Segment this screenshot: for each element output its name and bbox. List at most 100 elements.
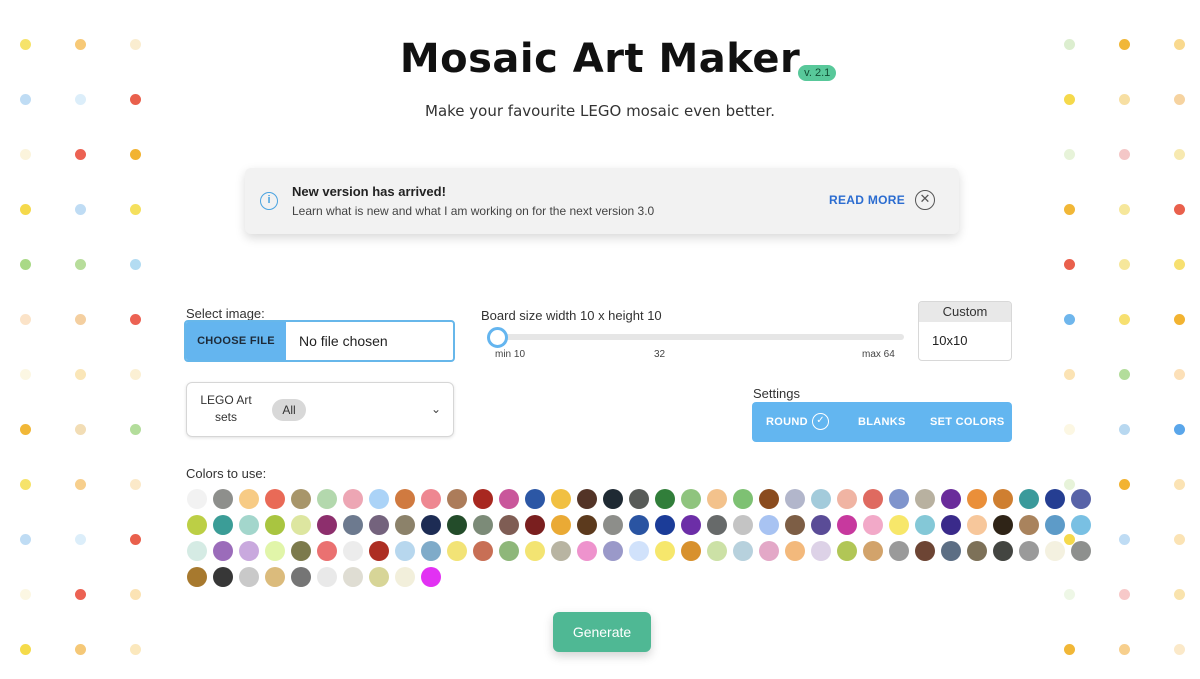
color-swatch[interactable] <box>655 515 675 535</box>
color-swatch[interactable] <box>993 515 1013 535</box>
color-swatch[interactable] <box>343 489 363 509</box>
color-swatch[interactable] <box>915 489 935 509</box>
color-swatch[interactable] <box>187 489 207 509</box>
color-swatch[interactable] <box>265 567 285 587</box>
color-swatch[interactable] <box>681 541 701 561</box>
color-swatch[interactable] <box>473 541 493 561</box>
color-swatch[interactable] <box>577 489 597 509</box>
color-swatch[interactable] <box>265 541 285 561</box>
color-swatch[interactable] <box>837 515 857 535</box>
color-swatch[interactable] <box>1071 515 1091 535</box>
color-swatch[interactable] <box>551 489 571 509</box>
color-swatch[interactable] <box>941 489 961 509</box>
color-swatch[interactable] <box>525 515 545 535</box>
color-swatch[interactable] <box>837 541 857 561</box>
color-swatch[interactable] <box>1071 489 1091 509</box>
custom-size-field[interactable]: Custom 10x10 <box>918 301 1012 361</box>
color-swatch[interactable] <box>603 489 623 509</box>
color-swatch[interactable] <box>681 515 701 535</box>
sets-chip-all[interactable]: All <box>272 399 306 421</box>
color-swatch[interactable] <box>369 489 389 509</box>
color-swatch[interactable] <box>993 541 1013 561</box>
color-swatch[interactable] <box>941 541 961 561</box>
color-swatch[interactable] <box>707 489 727 509</box>
color-swatch[interactable] <box>759 515 779 535</box>
color-swatch[interactable] <box>629 515 649 535</box>
color-swatch[interactable] <box>603 541 623 561</box>
color-swatch[interactable] <box>239 541 259 561</box>
chevron-down-icon[interactable]: ⌄ <box>431 402 441 416</box>
color-swatch[interactable] <box>837 489 857 509</box>
color-swatch[interactable] <box>369 567 389 587</box>
color-swatch[interactable] <box>1045 515 1065 535</box>
color-swatch[interactable] <box>369 541 389 561</box>
color-swatch[interactable] <box>291 489 311 509</box>
color-swatch[interactable] <box>785 489 805 509</box>
color-swatch[interactable] <box>811 489 831 509</box>
color-swatch[interactable] <box>499 541 519 561</box>
color-swatch[interactable] <box>343 515 363 535</box>
color-swatch[interactable] <box>967 489 987 509</box>
color-swatch[interactable] <box>395 489 415 509</box>
color-swatch[interactable] <box>395 515 415 535</box>
color-swatch[interactable] <box>343 541 363 561</box>
color-swatch[interactable] <box>421 567 441 587</box>
set-colors-button[interactable]: SET COLORS <box>930 402 1005 442</box>
color-swatch[interactable] <box>239 567 259 587</box>
color-swatch[interactable] <box>473 515 493 535</box>
color-swatch[interactable] <box>733 541 753 561</box>
color-swatch[interactable] <box>681 489 701 509</box>
color-swatch[interactable] <box>733 489 753 509</box>
read-more-link[interactable]: READ MORE <box>829 193 905 207</box>
color-swatch[interactable] <box>863 489 883 509</box>
file-input[interactable]: CHOOSE FILE No file chosen <box>184 320 455 362</box>
lego-sets-select[interactable]: LEGO Art sets All ⌄ <box>186 382 454 437</box>
color-swatch[interactable] <box>213 515 233 535</box>
color-swatch[interactable] <box>499 489 519 509</box>
color-swatch[interactable] <box>187 541 207 561</box>
color-swatch[interactable] <box>655 489 675 509</box>
color-swatch[interactable] <box>395 567 415 587</box>
color-swatch[interactable] <box>317 489 337 509</box>
generate-button[interactable]: Generate <box>553 612 651 652</box>
color-swatch[interactable] <box>447 541 467 561</box>
color-swatch[interactable] <box>369 515 389 535</box>
color-swatch[interactable] <box>785 541 805 561</box>
color-swatch[interactable] <box>1019 489 1039 509</box>
color-swatch[interactable] <box>941 515 961 535</box>
color-swatch[interactable] <box>915 515 935 535</box>
color-swatch[interactable] <box>187 515 207 535</box>
color-swatch[interactable] <box>291 541 311 561</box>
color-swatch[interactable] <box>577 541 597 561</box>
color-swatch[interactable] <box>889 515 909 535</box>
color-swatch[interactable] <box>889 541 909 561</box>
color-swatch[interactable] <box>317 567 337 587</box>
blanks-button[interactable]: BLANKS <box>858 402 906 442</box>
color-swatch[interactable] <box>1019 541 1039 561</box>
color-swatch[interactable] <box>889 489 909 509</box>
color-swatch[interactable] <box>213 567 233 587</box>
round-button[interactable]: ROUND <box>766 402 808 442</box>
color-swatch[interactable] <box>239 515 259 535</box>
color-swatch[interactable] <box>317 541 337 561</box>
color-swatch[interactable] <box>421 515 441 535</box>
color-swatch[interactable] <box>603 515 623 535</box>
color-swatch[interactable] <box>187 567 207 587</box>
color-swatch[interactable] <box>1045 489 1065 509</box>
color-swatch[interactable] <box>395 541 415 561</box>
color-swatch[interactable] <box>811 541 831 561</box>
color-swatch[interactable] <box>1019 515 1039 535</box>
color-swatch[interactable] <box>967 541 987 561</box>
color-swatch[interactable] <box>525 489 545 509</box>
color-swatch[interactable] <box>551 515 571 535</box>
color-swatch[interactable] <box>551 541 571 561</box>
color-swatch[interactable] <box>239 489 259 509</box>
color-swatch[interactable] <box>759 489 779 509</box>
color-swatch[interactable] <box>863 515 883 535</box>
board-size-slider-track[interactable] <box>496 334 904 340</box>
color-swatch[interactable] <box>343 567 363 587</box>
color-swatch[interactable] <box>967 515 987 535</box>
color-swatch[interactable] <box>733 515 753 535</box>
color-swatch[interactable] <box>1071 541 1091 561</box>
color-swatch[interactable] <box>213 489 233 509</box>
